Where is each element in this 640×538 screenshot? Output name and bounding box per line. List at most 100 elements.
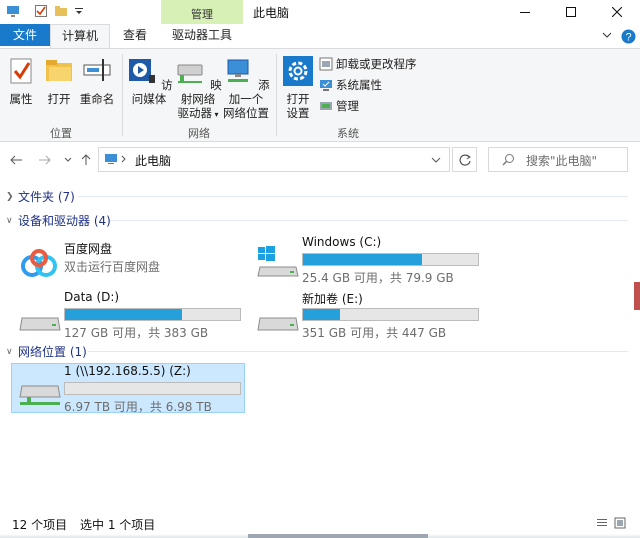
drive-usage-bar — [64, 308, 241, 321]
manage-button[interactable]: 管理 — [319, 97, 359, 115]
address-dropdown-icon[interactable] — [431, 157, 441, 163]
network-location-icon — [227, 59, 249, 82]
hard-drive-icon — [257, 317, 299, 331]
drive-subtitle: 127 GB 可用，共 383 GB — [64, 326, 209, 340]
drive-subtitle: 6.97 TB 可用，共 6.98 TB — [64, 400, 212, 414]
collapse-ribbon-button[interactable] — [599, 28, 615, 44]
refresh-button[interactable] — [452, 147, 477, 172]
drive-usage-bar — [64, 382, 241, 395]
tab-drive-tools[interactable]: 驱动器工具 — [161, 24, 243, 48]
dropdown-arrow-icon: ▾ — [211, 110, 219, 119]
rename-button[interactable]: 重命名 — [78, 55, 116, 106]
new-folder-icon[interactable] — [54, 4, 68, 18]
address-path[interactable]: 此电脑 — [135, 152, 171, 169]
tab-computer[interactable]: 计算机 — [50, 24, 110, 49]
up-button[interactable] — [78, 152, 94, 168]
minimize-button[interactable] — [502, 0, 548, 24]
tab-file[interactable]: 文件 — [0, 24, 50, 46]
map-drive-icon — [177, 64, 203, 83]
drive-usage-fill — [65, 309, 183, 320]
open-settings-label-1: 打开 — [286, 92, 310, 106]
uninstall-icon — [319, 57, 333, 71]
section-divider — [78, 196, 628, 197]
back-button[interactable] — [8, 152, 24, 168]
quick-access-dropdown-icon[interactable] — [72, 4, 86, 18]
tab-view[interactable]: 查看 — [110, 24, 160, 48]
drive-tile-baidu[interactable]: 百度网盘 双击运行百度网盘 — [12, 240, 248, 290]
system-properties-icon — [320, 80, 332, 91]
large-icons-view-icon[interactable] — [614, 517, 626, 529]
window-title: 此电脑 — [253, 6, 290, 20]
details-view-icon[interactable] — [596, 517, 608, 529]
manage-icon — [320, 102, 332, 110]
network-drive-icon — [19, 385, 61, 405]
drive-tile-c[interactable]: Windows (C:) 25.4 GB 可用，共 79.9 GB — [250, 235, 486, 285]
map-network-drive-button[interactable]: 映射网络 驱动器 ▾ — [174, 55, 222, 122]
drive-usage-fill — [303, 254, 422, 265]
open-label: 打开 — [47, 92, 71, 106]
map-drive-label-2: 驱动器 — [177, 106, 212, 120]
search-icon — [502, 154, 514, 166]
chevron-down-icon: ∨ — [6, 346, 13, 357]
drive-subtitle: 351 GB 可用，共 447 GB — [302, 326, 447, 340]
up-arrow-icon — [81, 154, 91, 165]
maximize-button[interactable] — [548, 0, 594, 24]
section-folders[interactable]: ❯ 文件夹 (7) — [6, 188, 75, 205]
chevron-down-icon: ∨ — [6, 215, 13, 226]
help-button[interactable]: ? — [620, 28, 636, 44]
drive-name: 1 (\\192.168.5.5) (Z:) — [64, 364, 191, 378]
settings-gear-icon — [283, 56, 313, 86]
refresh-icon — [458, 154, 471, 166]
search-input[interactable]: 搜索"此电脑" — [526, 152, 597, 169]
back-arrow-icon — [9, 155, 22, 165]
chevron-down-icon — [64, 157, 72, 162]
selected-count: 选中 1 个项目 — [80, 518, 156, 532]
drive-name: 新加卷 (E:) — [302, 292, 363, 306]
horizontal-scroll-thumb[interactable] — [248, 534, 428, 538]
computer-icon — [105, 154, 117, 164]
chevron-right-icon — [121, 155, 126, 163]
maximize-icon — [566, 7, 576, 17]
drive-name: Windows (C:) — [302, 235, 382, 249]
section-divider — [110, 220, 628, 221]
section-divider — [88, 351, 628, 352]
add-network-location-button[interactable]: 添加一个 网络位置 — [222, 55, 270, 120]
computer-icon[interactable] — [6, 4, 20, 18]
drive-usage-bar — [302, 253, 479, 266]
chevron-right-icon: ❯ — [6, 191, 14, 202]
rename-icon — [83, 59, 111, 81]
drive-subtitle: 25.4 GB 可用，共 79.9 GB — [302, 271, 454, 285]
drive-name: 百度网盘 — [64, 242, 113, 256]
open-button[interactable]: 打开 — [42, 55, 76, 106]
windows-drive-icon — [257, 246, 299, 277]
section-devices[interactable]: ∨ 设备和驱动器 (4) — [6, 212, 111, 229]
section-folders-label: 文件夹 (7) — [18, 190, 75, 204]
open-settings-label-2: 设置 — [286, 106, 310, 120]
properties-button[interactable]: 属性 — [4, 55, 38, 106]
close-button[interactable] — [594, 0, 640, 24]
section-network[interactable]: ∨ 网络位置 (1) — [6, 343, 87, 360]
drive-tile-d[interactable]: Data (D:) 127 GB 可用，共 383 GB — [12, 290, 248, 340]
system-properties-label: 系统属性 — [336, 78, 382, 92]
group-label-network: 网络 — [188, 127, 210, 140]
properties-label: 属性 — [9, 92, 33, 106]
section-network-label: 网络位置 (1) — [18, 345, 87, 359]
system-properties-button[interactable]: 系统属性 — [319, 76, 382, 94]
forward-button[interactable] — [36, 152, 52, 168]
add-location-label-2: 网络位置 — [223, 106, 269, 120]
group-label-system: 系统 — [337, 127, 359, 140]
drive-subtitle: 双击运行百度网盘 — [64, 260, 161, 274]
drive-tile-e[interactable]: 新加卷 (E:) 351 GB 可用，共 447 GB — [250, 290, 486, 340]
open-settings-button[interactable]: 打开 设置 — [280, 55, 316, 120]
access-media-button[interactable]: 访问媒体 — [124, 55, 174, 106]
scrollbar-marker — [634, 282, 640, 310]
minimize-icon — [520, 12, 530, 13]
network-drive-tile-z[interactable]: 1 (\\192.168.5.5) (Z:) 6.97 TB 可用，共 6.98… — [11, 363, 245, 414]
svg-text:?: ? — [625, 31, 631, 43]
properties-check-icon[interactable] — [34, 4, 48, 18]
drive-name: Data (D:) — [64, 290, 120, 304]
manage-tab-label[interactable]: 管理 — [161, 6, 243, 22]
open-folder-icon — [46, 60, 72, 81]
uninstall-programs-button[interactable]: 卸载或更改程序 — [319, 55, 417, 73]
recent-locations-button[interactable] — [60, 152, 76, 168]
